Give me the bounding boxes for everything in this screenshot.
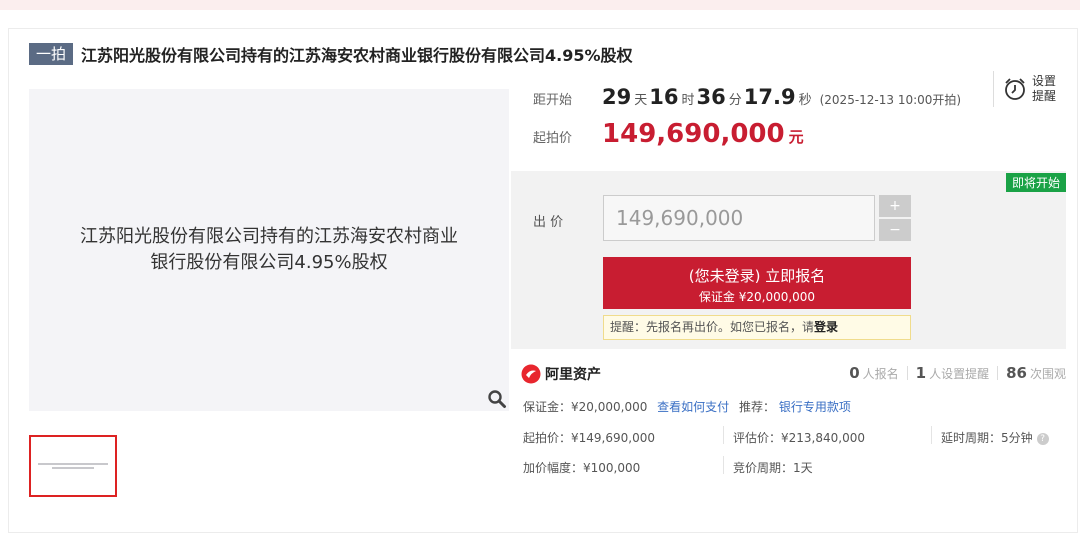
platform-name[interactable]: 阿里资产: [545, 364, 601, 384]
register-button-label: (您未登录) 立即报名: [688, 267, 826, 285]
countdown-label: 距开始: [533, 93, 573, 108]
register-button-deposit: 保证金 ¥20,000,000: [698, 290, 816, 304]
start-price-value: 149,690,000: [602, 119, 785, 149]
auction-title[interactable]: 江苏阳光股份有限公司持有的江苏海安农村商业银行股份有限公司4.95%股权: [81, 42, 633, 66]
decrease-bid-button[interactable]: −: [879, 219, 911, 241]
zoom-icon[interactable]: [487, 389, 507, 409]
info-start-price: 起拍价：¥149,690,000: [523, 431, 655, 445]
countdown-seconds: 17.9: [743, 85, 796, 109]
recommend-label: 推荐：: [739, 400, 776, 414]
bid-label: 出 价: [533, 215, 564, 230]
column-divider: [723, 456, 724, 474]
register-bid-button[interactable]: (您未登录) 立即报名 保证金 ¥20,000,000: [603, 257, 911, 309]
start-datetime: (2025-12-13 10:00开拍): [819, 93, 962, 107]
deposit-row: 保证金：¥20,000,000 查看如何支付 推荐： 银行专用款项: [523, 398, 851, 415]
reminder-divider: [993, 71, 994, 107]
deposit-info: 保证金：¥20,000,000: [523, 400, 648, 414]
reminder-label: 设置 提醒: [1032, 74, 1057, 103]
bid-panel: 即将开始 出 价 149,690,000 + − (您未登录) 立即报名 保证金…: [511, 171, 1066, 349]
main-image-line-1: 江苏阳光股份有限公司持有的江苏海安农村商业: [80, 226, 458, 247]
bid-stepper: + −: [879, 195, 911, 243]
stat-reminders-count: 1: [915, 364, 927, 382]
login-link[interactable]: 登录: [814, 320, 838, 334]
countdown-minutes: 36: [696, 85, 726, 109]
info-increment: 加价幅度：¥100,000: [523, 461, 641, 475]
bid-amount-input[interactable]: 149,690,000: [603, 195, 875, 241]
stat-signups-count: 0: [849, 364, 860, 382]
auction-stats: 0 人报名 1 人设置提醒 86 次围观: [849, 364, 1066, 382]
set-reminder-button[interactable]: 设置 提醒: [993, 71, 1058, 107]
column-divider: [723, 426, 724, 444]
help-icon[interactable]: ?: [1036, 432, 1049, 445]
thumbnail-preview: [38, 461, 108, 471]
info-delay: 延时周期：5分钟?: [941, 429, 1049, 446]
main-image-line-2: 银行股份有限公司4.95%股权: [150, 252, 388, 273]
delay-period: 延时周期：5分钟: [941, 431, 1033, 445]
stat-views-count: 86: [1006, 364, 1027, 382]
stat-views-label: 次围观: [1029, 366, 1066, 381]
ali-assets-logo-icon: [521, 364, 541, 384]
auction-card: 一拍 江苏阳光股份有限公司持有的江苏海安农村商业银行股份有限公司4.95%股权 …: [8, 28, 1078, 533]
info-bid-period: 竞价周期：1天: [733, 461, 813, 475]
platform-row: 阿里资产 0 人报名 1 人设置提醒 86 次围观: [521, 363, 1066, 385]
increase-bid-button[interactable]: +: [879, 195, 911, 217]
bank-payment-link[interactable]: 银行专用款项: [779, 400, 851, 414]
alarm-clock-icon: [1005, 78, 1025, 100]
column-divider: [931, 426, 932, 444]
main-image-text: 江苏阳光股份有限公司持有的江苏海安农村商业 银行股份有限公司4.95%股权: [49, 224, 489, 276]
login-tip-text: 提醒：先报名再出价。如您已报名，请: [610, 320, 815, 334]
auction-round-tag: 一拍: [29, 43, 74, 65]
start-price-unit: 元: [788, 128, 804, 146]
start-price-label: 起拍价: [533, 131, 573, 146]
stat-reminders-label: 人设置提醒: [929, 366, 990, 381]
main-image[interactable]: 江苏阳光股份有限公司持有的江苏海安农村商业 银行股份有限公司4.95%股权: [29, 89, 509, 411]
countdown-seconds-unit: 秒: [798, 93, 812, 108]
countdown-days: 29: [602, 85, 632, 109]
start-price-row: 起拍价 149,690,000 元: [533, 119, 804, 149]
how-to-pay-link[interactable]: 查看如何支付: [657, 400, 729, 414]
info-valuation: 评估价：¥213,840,000: [733, 431, 865, 445]
status-badge: 即将开始: [1005, 173, 1066, 192]
countdown-row: 距开始 29 天 16 时 36 分 17.9 秒 (2025-12-13 10…: [533, 85, 961, 109]
countdown-hours: 16: [649, 85, 679, 109]
login-tip: 提醒：先报名再出价。如您已报名，请登录: [603, 315, 911, 340]
thumbnail-1[interactable]: [29, 435, 117, 497]
countdown-minutes-unit: 分: [728, 93, 742, 108]
top-banner-strip: [0, 0, 1080, 10]
stat-signups-label: 人报名: [862, 366, 899, 381]
title-row: 一拍 江苏阳光股份有限公司持有的江苏海安农村商业银行股份有限公司4.95%股权: [29, 41, 633, 67]
countdown-days-unit: 天: [634, 93, 648, 108]
countdown-hours-unit: 时: [681, 93, 695, 108]
